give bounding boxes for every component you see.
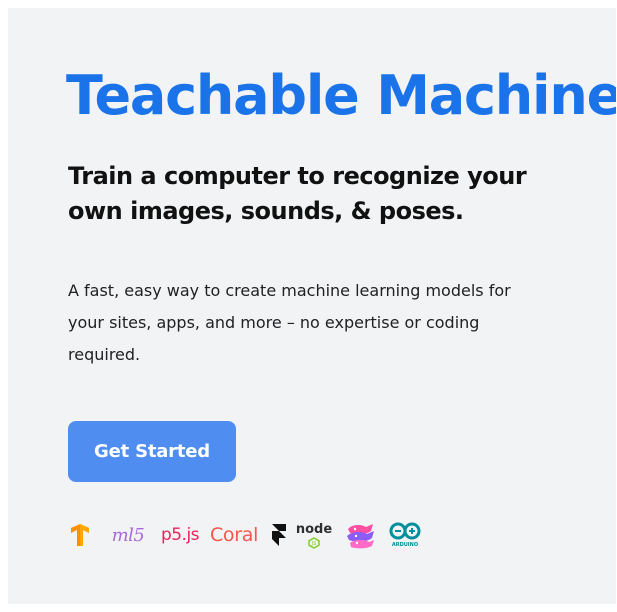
svg-text:JS: JS <box>311 541 317 547</box>
coral-icon: Coral <box>209 524 259 546</box>
description: A fast, easy way to create machine learn… <box>68 275 511 371</box>
tensorflow-icon <box>68 516 92 554</box>
get-started-button[interactable]: Get Started <box>68 421 236 482</box>
nodejs-label: node <box>295 521 333 537</box>
description-line: A fast, easy way to create machine learn… <box>68 281 511 300</box>
description-line: required. <box>68 345 141 364</box>
description-line: your sites, apps, and more – no expertis… <box>68 313 480 332</box>
subtitle-line: own images, sounds, & poses. <box>68 197 464 225</box>
arduino-icon: ARDUINO <box>387 516 423 554</box>
ml5-icon: ml5 <box>111 524 145 546</box>
nodejs-hex-icon: JS <box>308 536 320 549</box>
page-title: Teachable Machine <box>66 64 616 127</box>
p5js-icon: p5.js <box>160 525 200 545</box>
nodejs-icon: node JS <box>295 516 333 554</box>
glitch-icon <box>343 516 377 554</box>
framer-icon <box>270 516 288 554</box>
subtitle-line: Train a computer to recognize your <box>68 162 527 190</box>
arduino-label: ARDUINO <box>392 542 418 548</box>
subtitle: Train a computer to recognize your own i… <box>68 159 527 229</box>
partner-logos: ml5 p5.js Coral node JS ARDUINO <box>68 516 428 556</box>
landing-page: Teachable Machine Train a computer to re… <box>8 8 616 604</box>
